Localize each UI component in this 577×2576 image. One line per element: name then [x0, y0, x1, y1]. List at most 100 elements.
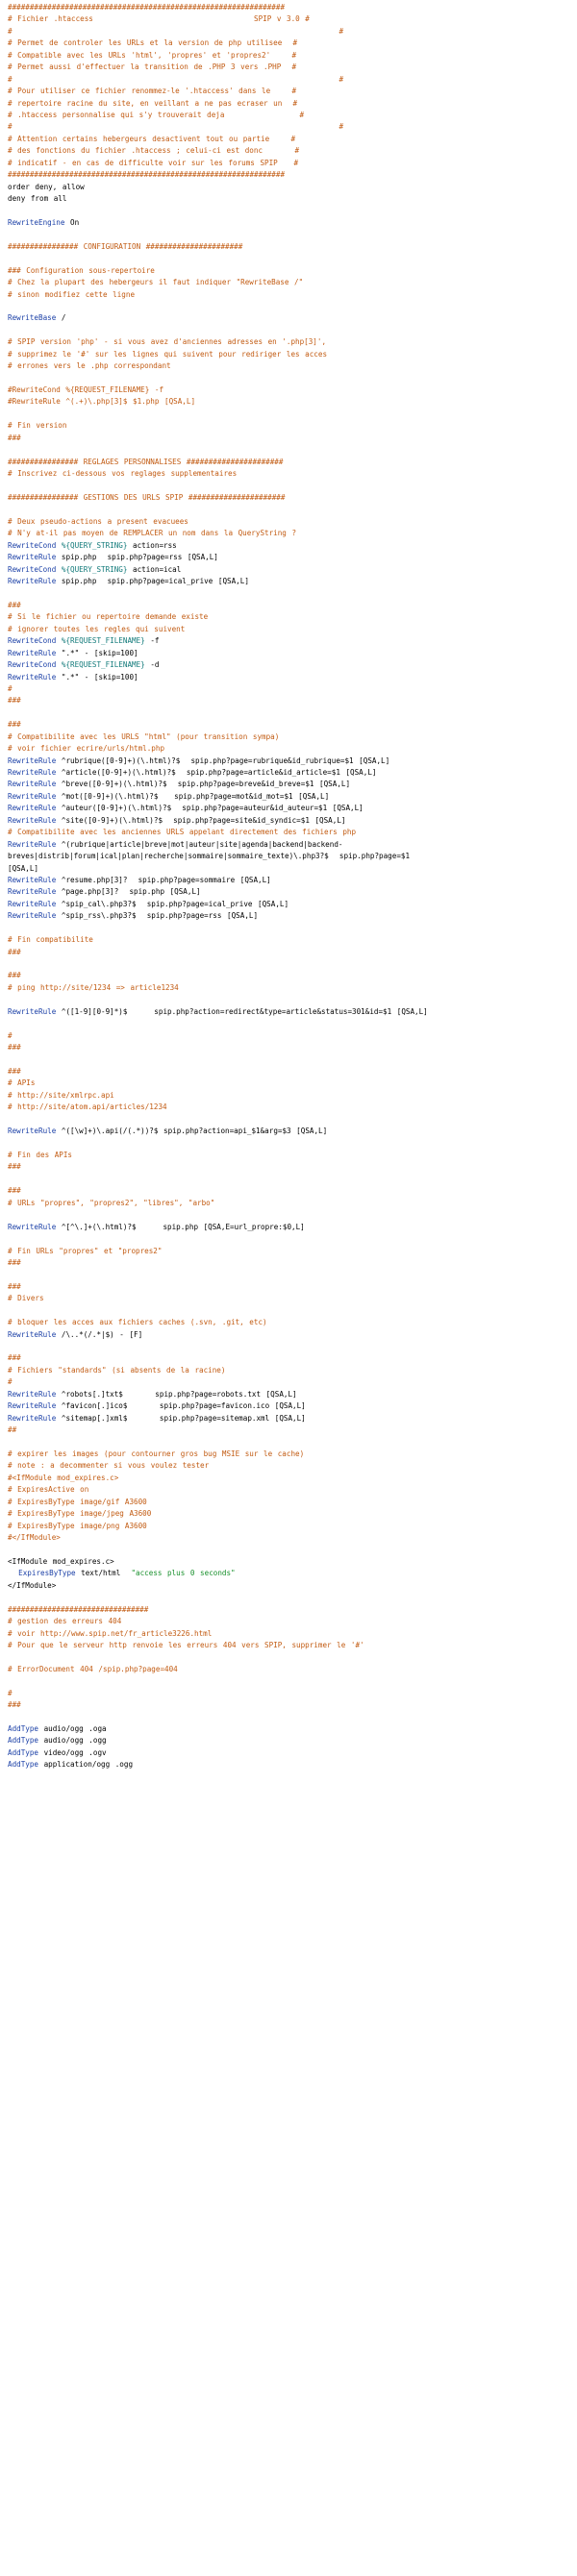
comment-token: # http://site/xmlrpc.api — [8, 1090, 114, 1100]
comment-token: # APIs — [8, 1078, 36, 1088]
code-text: spip.php spip.php?page=rss [QSA,L] — [56, 553, 218, 562]
code-line: # Fin compatibilite — [8, 934, 575, 946]
code-line: ### — [8, 433, 575, 444]
code-line: # # — [8, 121, 575, 133]
comment-token: # Fin URLs "propres" et "propres2" — [8, 1246, 163, 1255]
code-line: AddType audio/ogg .ogg — [8, 1735, 575, 1746]
comment-token: # http://site/atom.api/articles/1234 — [8, 1102, 167, 1112]
comment-token: # URLs "propres", "propres2", "libres", … — [8, 1198, 215, 1207]
comment-token: ################ REGLAGES PERSONNALISES … — [8, 457, 284, 466]
code-line: RewriteRule ^auteur([0-9]+)(\.html)?$ sp… — [8, 803, 575, 814]
code-text: -d — [144, 660, 160, 670]
code-line: ### — [8, 1257, 575, 1269]
code-line: # Pour que le serveur http renvoie les e… — [8, 1640, 575, 1651]
code-line: [QSA,L] — [8, 863, 575, 875]
directive-keyword: AddType — [8, 1736, 39, 1746]
code-line: # ExpiresActive on — [8, 1484, 575, 1496]
code-text: ^breve([0-9]+)(\.html)?$ spip.php?page=b… — [56, 780, 351, 789]
code-line: AddType video/ogg .ogv — [8, 1747, 575, 1759]
code-line: # errones vers le .php correspondant — [8, 360, 575, 372]
comment-token: ### — [8, 1281, 21, 1291]
code-line: RewriteRule ".*" - [skip=100] — [8, 672, 575, 683]
directive-keyword: RewriteCond — [8, 540, 57, 550]
comment-token: #</IfModule> — [8, 1533, 61, 1542]
code-line: # APIs — [8, 1077, 575, 1089]
code-line: RewriteCond %{QUERY_STRING} action=ical — [8, 564, 575, 576]
comment-token: ### — [8, 1043, 21, 1053]
comment-token: # voir fichier ecrire/urls/html.php — [8, 744, 165, 754]
code-line: RewriteCond %{REQUEST_FILENAME} -f — [8, 635, 575, 647]
code-line: RewriteCond %{REQUEST_FILENAME} -d — [8, 659, 575, 671]
comment-token: # ExpiresByType image/jpeg A3600 — [8, 1509, 152, 1519]
comment-token: # ExpiresByType image/gif A3600 — [8, 1497, 147, 1506]
code-line: RewriteRule ^article([0-9]+)(\.html)?$ s… — [8, 767, 575, 779]
code-line: <IfModule mod_expires.c> — [8, 1556, 575, 1568]
comment-token: ### — [8, 720, 21, 730]
code-line: ## — [8, 1424, 575, 1436]
directive-keyword: AddType — [8, 1760, 39, 1770]
code-line: RewriteRule spip.php spip.php?page=rss [… — [8, 552, 575, 563]
comment-token: # — [8, 1688, 13, 1697]
comment-token: # N'y at-il pas moyen de REMPLACER un no… — [8, 529, 297, 538]
code-line: # Compatibilite avec les anciennes URLS … — [8, 827, 575, 838]
comment-token: # Deux pseudo-actions a present evacuees — [8, 516, 188, 526]
comment-token: # repertoire racine du site, en veillant… — [8, 98, 298, 108]
code-line: breves|distrib|forum|ical|plan|recherche… — [8, 851, 575, 862]
code-line: deny from all — [8, 193, 575, 205]
code-line: ### — [8, 1066, 575, 1077]
comment-token: ## — [8, 1425, 17, 1435]
code-line: ### — [8, 1281, 575, 1293]
code-line: # — [8, 1688, 575, 1699]
code-line: RewriteRule ^spip_rss\.php3?$ spip.php?p… — [8, 910, 575, 922]
code-line: RewriteRule spip.php spip.php?page=ical_… — [8, 576, 575, 587]
code-text: -f — [144, 636, 160, 646]
directive-keyword: RewriteRule — [8, 1329, 57, 1339]
comment-token: ### — [8, 600, 21, 609]
code-line: # Permet aussi d'effectuer la transition… — [8, 62, 575, 73]
comment-token: # Attention certains hebergeurs desactiv… — [8, 134, 296, 143]
comment-token: # errones vers le .php correspondant — [8, 361, 171, 371]
directive-keyword: RewriteRule — [8, 875, 57, 884]
code-text: application/ogg .ogg — [38, 1760, 134, 1770]
directive-keyword: RewriteRule — [8, 1127, 57, 1136]
code-line: RewriteRule ^(rubrique|article|breve|mot… — [8, 839, 575, 851]
code-line: RewriteRule ^([\w]+)\.api(/(.*))?$ spip.… — [8, 1126, 575, 1137]
code-line: # # — [8, 74, 575, 86]
comment-token: ### — [8, 971, 21, 980]
code-line: ################ REGLAGES PERSONNALISES … — [8, 457, 575, 468]
directive-keyword: AddType — [8, 1724, 39, 1733]
code-text: ".*" - [skip=100] — [56, 672, 138, 681]
code-line: ########################################… — [8, 169, 575, 181]
comment-token: # Inscrivez ci-dessous vos reglages supp… — [8, 469, 238, 479]
code-text: spip.php spip.php?page=ical_prive [QSA,L… — [56, 577, 249, 585]
directive-keyword: RewriteRule — [8, 911, 57, 921]
code-line: # http://site/atom.api/articles/1234 — [8, 1102, 575, 1113]
comment-token: ### — [8, 1257, 21, 1267]
comment-token: # Fin des APIs — [8, 1151, 73, 1159]
code-text: / — [56, 313, 66, 323]
code-text: ".*" - [skip=100] — [56, 648, 138, 657]
comment-token: # Divers — [8, 1294, 44, 1303]
comment-token: # Fichier .htaccess SPIP v 3.0 # — [8, 14, 310, 24]
comment-token: #<IfModule mod_expires.c> — [8, 1473, 119, 1482]
directive-keyword: RewriteRule — [8, 839, 57, 849]
comment-token: ### — [8, 947, 21, 956]
code-text: ^page.php[3]? spip.php [QSA,L] — [56, 887, 201, 897]
code-line: # Fin URLs "propres" et "propres2" — [8, 1246, 575, 1257]
code-line: RewriteRule ^robots[.]txt$ spip.php?page… — [8, 1389, 575, 1400]
directive-keyword: RewriteRule — [8, 648, 57, 657]
code-line: # ignorer toutes les regles qui suivent — [8, 624, 575, 635]
directive-keyword: RewriteCond — [8, 660, 57, 670]
code-text: </IfModule> — [8, 1580, 57, 1590]
code-line: # — [8, 683, 575, 695]
